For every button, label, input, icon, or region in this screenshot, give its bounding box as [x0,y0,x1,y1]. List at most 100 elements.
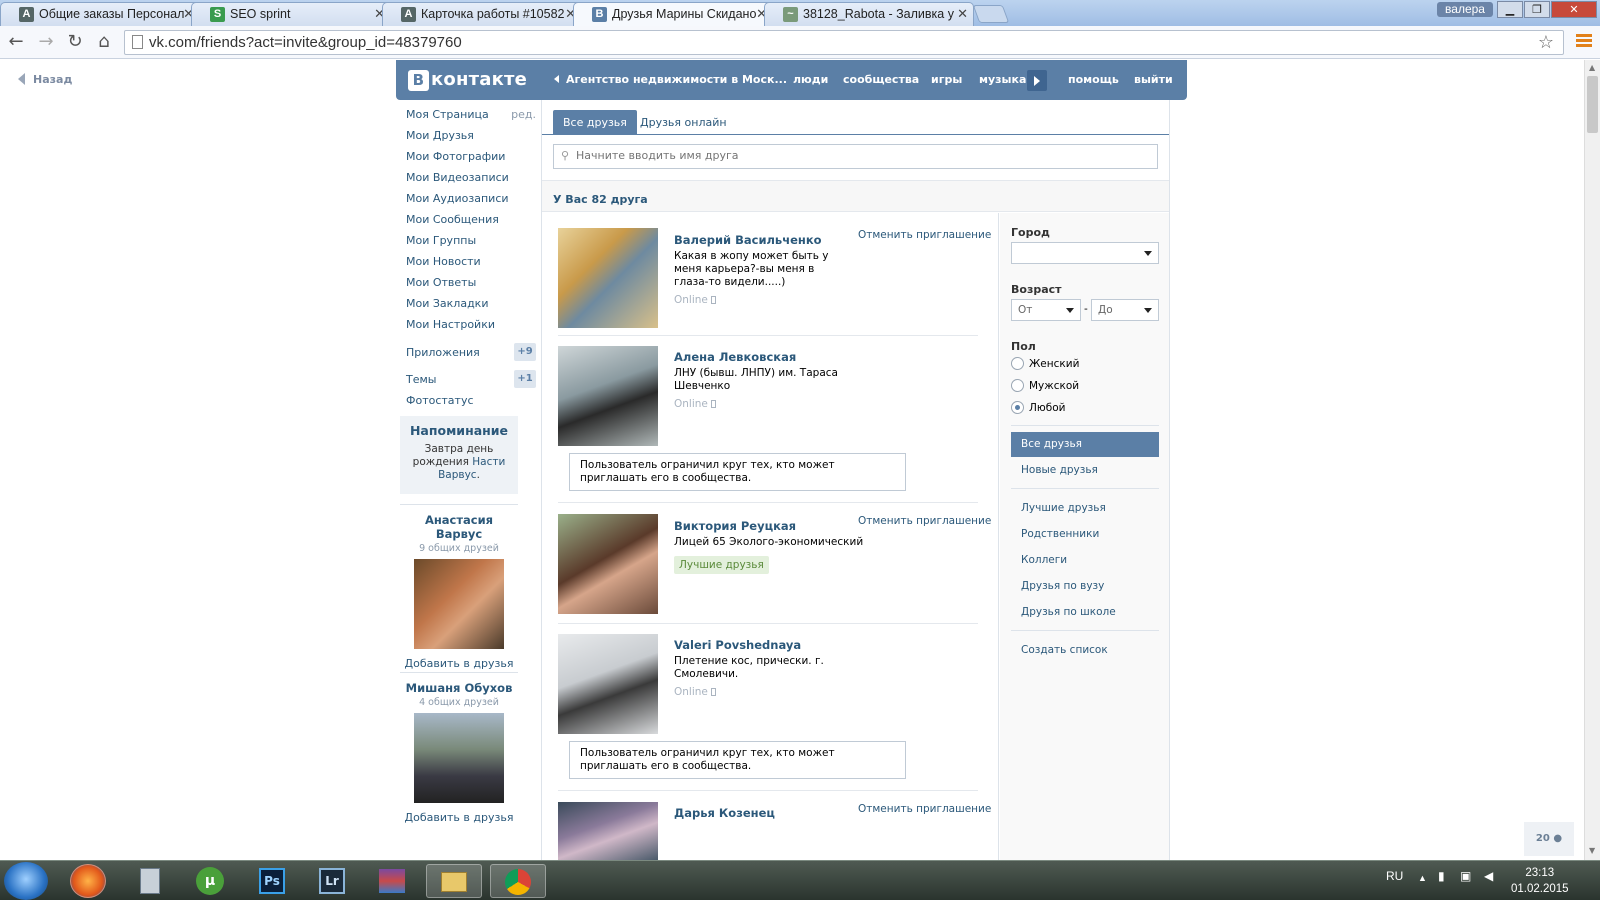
volume-icon[interactable]: ◀ [1484,869,1493,883]
file-explorer-icon[interactable] [426,864,482,898]
reload-icon[interactable]: ↻ [63,31,87,53]
friend-avatar[interactable] [558,634,658,734]
friend-avatar[interactable] [558,802,658,860]
friend-name[interactable]: Валерий Васильченко [674,233,822,247]
age-to-select[interactable]: До [1091,299,1159,321]
browser-tab-4-active[interactable]: B Друзья Марины Скидано ✕ [573,2,773,27]
new-tab-button[interactable] [972,5,1010,23]
scroll-down-icon[interactable]: ▼ [1589,846,1595,855]
back-link[interactable]: Назад [18,73,72,86]
cancel-invite-link[interactable]: Отменить приглашение [858,803,991,815]
sex-radio-any[interactable]: Любой [1011,401,1065,414]
suggestion-name[interactable]: Анастасия Варвус [400,513,518,541]
nav-logout[interactable]: выйти [1134,73,1173,86]
list-colleagues[interactable]: Коллеги [1011,548,1159,573]
list-new-friends[interactable]: Новые друзья [1011,458,1159,483]
network-icon[interactable]: ▮ [1438,869,1445,883]
nav-help[interactable]: помощь [1068,73,1119,86]
browser-menu-icon[interactable] [1576,34,1592,50]
nav-music[interactable]: музыка [979,73,1026,86]
sex-radio-male[interactable]: Мужской [1011,379,1079,392]
menu-my-page[interactable]: Моя Страница ред. [406,108,536,129]
tab-all-friends[interactable]: Все друзья [553,110,637,135]
maximize-icon[interactable]: ❐ [1524,1,1550,18]
vertical-scrollbar[interactable]: ▲ ▼ [1584,60,1600,860]
suggestion-common[interactable]: 9 общих друзей [400,543,518,554]
tab-online-friends[interactable]: Друзья онлайн [630,110,737,135]
browser-tab-2[interactable]: S SEO sprint ✕ [191,2,391,26]
friend-name[interactable]: Valeri Povshednaya [674,638,801,652]
add-friend-link[interactable]: Добавить в друзья [400,657,518,670]
firefox-icon[interactable] [70,864,106,898]
city-select[interactable] [1011,242,1159,264]
bookmark-star-icon[interactable]: ☆ [1538,32,1554,53]
friend-avatar[interactable] [558,346,658,446]
menu-my-videos[interactable]: Мои Видеозаписи [406,171,536,192]
list-school-friends[interactable]: Друзья по школе [1011,600,1159,625]
calculator-icon[interactable] [122,864,178,898]
menu-my-news[interactable]: Мои Новости [406,255,536,276]
nav-communities[interactable]: сообщества [843,73,919,86]
list-university-friends[interactable]: Друзья по вузу [1011,574,1159,599]
menu-my-photos[interactable]: Мои Фотографии [406,150,536,171]
menu-my-friends[interactable]: Мои Друзья [406,129,536,150]
language-indicator[interactable]: RU [1386,869,1403,883]
utorrent-icon[interactable]: µ [182,864,238,898]
nav-more-arrow-icon[interactable] [1027,70,1047,91]
age-from-select[interactable]: От [1011,299,1081,321]
list-relatives[interactable]: Родственники [1011,522,1159,547]
close-icon[interactable]: ✕ [957,6,968,22]
online-counter-widget[interactable]: 20 ● [1524,822,1574,856]
create-list-link[interactable]: Создать список [1011,638,1159,663]
scrollbar-thumb[interactable] [1587,76,1598,133]
menu-apps[interactable]: Приложения +9 [406,343,536,367]
show-hidden-icons-icon[interactable]: ▲ [1418,873,1427,883]
menu-my-settings[interactable]: Мои Настройки [406,318,536,339]
menu-photostatus[interactable]: Фотостатус [406,394,536,415]
home-icon[interactable]: ⌂ [92,31,116,53]
scroll-up-icon[interactable]: ▲ [1589,63,1595,72]
cancel-invite-link[interactable]: Отменить приглашение [858,515,991,527]
suggestion-avatar[interactable] [414,559,504,649]
forward-arrow-icon[interactable]: → [34,31,58,53]
suggestion-name[interactable]: Мишаня Обухов [400,681,518,695]
suggestion-avatar[interactable] [414,713,504,803]
address-bar[interactable]: vk.com/friends?act=invite&group_id=48379… [124,30,1564,55]
friend-name[interactable]: Дарья Козенец [674,806,775,820]
back-arrow-icon[interactable]: ← [4,31,28,53]
suggestion-common[interactable]: 4 общих друзей [400,697,518,708]
sex-radio-female[interactable]: Женский [1011,357,1079,370]
friend-search-box[interactable]: ⚲ [553,144,1158,169]
cancel-invite-link[interactable]: Отменить приглашение [858,229,991,241]
friend-search-input[interactable] [576,149,1146,162]
browser-tab-5[interactable]: ~ 38128_Rabota - Заливка у ✕ [764,2,974,26]
friend-name[interactable]: Виктория Реуцкая [674,519,796,533]
nav-group-link[interactable]: Агентство недвижимости в Моск... [553,73,787,86]
photoshop-icon[interactable]: Ps [244,864,300,898]
list-all-friends[interactable]: Все друзья [1011,432,1159,457]
friend-avatar[interactable] [558,514,658,614]
friend-avatar[interactable] [558,228,658,328]
menu-my-audio[interactable]: Мои Аудиозаписи [406,192,536,213]
menu-topics[interactable]: Темы +1 [406,370,536,394]
menu-my-bookmarks[interactable]: Мои Закладки [406,297,536,318]
list-best-friends[interactable]: Лучшие друзья [1011,496,1159,521]
add-friend-link[interactable]: Добавить в друзья [400,811,518,824]
start-button[interactable] [4,862,48,900]
winrar-icon[interactable] [364,864,420,898]
system-clock[interactable]: 23:13 01.02.2015 [1511,865,1569,897]
menu-my-groups[interactable]: Мои Группы [406,234,536,255]
nav-games[interactable]: игры [931,73,962,86]
menu-my-answers[interactable]: Мои Ответы [406,276,536,297]
minimize-icon[interactable]: ▁ [1497,1,1523,18]
vk-logo[interactable]: Bконтакте [408,69,527,91]
menu-my-messages[interactable]: Мои Сообщения [406,213,536,234]
browser-tab-1[interactable]: A Общие заказы Персонал ✕ [0,2,200,26]
window-close-icon[interactable]: ✕ [1551,1,1597,18]
friend-name[interactable]: Алена Левковская [674,350,796,364]
lightroom-icon[interactable]: Lr [304,864,360,898]
edit-link[interactable]: ред. [511,108,536,121]
sync-icon[interactable]: ▣ [1460,869,1471,883]
chrome-icon[interactable] [490,864,546,898]
browser-tab-3[interactable]: A Карточка работы #10582 ✕ [382,2,582,26]
